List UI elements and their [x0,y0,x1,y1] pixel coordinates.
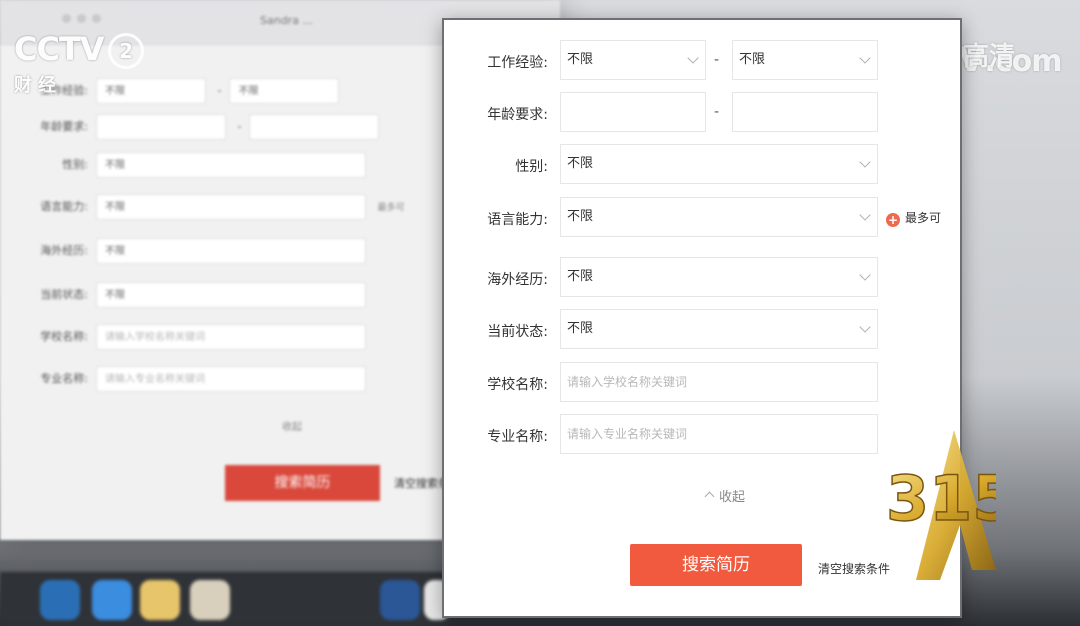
bg-row-age: 年龄要求: - [16,114,380,140]
dock-app-icon [92,580,132,620]
background-dock [0,572,450,626]
gender-label: 性别: [515,159,548,175]
bg-collapse: 收起 [282,422,302,433]
dock-app-icon [40,580,80,620]
cctv2-logo: CCTV 2 财经 [14,30,144,97]
bg-row-school: 学校名称: 请输入学校名称关键词 [16,324,366,350]
work-experience-row: 工作经验: 不限 - 不限 [444,40,964,80]
background-form: 工作经验: 不限 - 不限 年龄要求: - 性别: 不限 语言能力: 不限 最多可 海外… [16,78,426,418]
bg-row-overseas: 海外经历: 不限 [16,238,366,264]
major-input[interactable]: 请输入专业名称关键词 [560,414,878,454]
bg-row-language: 语言能力: 不限 最多可 [16,194,405,220]
dock-app-icon [140,580,180,620]
age-from-input[interactable] [560,92,706,132]
range-separator: - [714,104,720,120]
dock-app-icon [190,580,230,620]
language-label: 语言能力: [487,212,548,228]
overseas-row: 海外经历: 不限 [444,257,964,297]
work-experience-to-select[interactable]: 不限 [732,40,878,80]
language-row: 语言能力: 不限 + 最多可 [444,197,964,237]
major-label: 专业名称: [487,429,548,445]
school-label: 学校名称: [487,377,548,393]
status-select[interactable]: 不限 [560,309,878,349]
language-select[interactable]: 不限 [560,197,878,237]
gender-row: 性别: 不限 [444,144,964,184]
plus-icon: + [886,213,900,227]
bg-row-status: 当前状态: 不限 [16,282,366,308]
chevron-down-icon [859,52,871,64]
status-row: 当前状态: 不限 [444,309,964,349]
work-experience-from-select[interactable]: 不限 [560,40,706,80]
bg-row-gender: 性别: 不限 [16,152,366,178]
trophy-text: 315 [886,462,996,535]
status-label: 当前状态: [487,324,548,340]
window-controls [62,8,107,27]
add-language-button[interactable]: + 最多可 [886,209,941,227]
gender-select[interactable]: 不限 [560,144,878,184]
overseas-label: 海外经历: [487,272,548,288]
chevron-down-icon [859,156,871,168]
collapse-toggle[interactable]: 收起 [704,486,745,505]
age-label: 年龄要求: [487,107,548,123]
age-row: 年龄要求: - [444,92,964,132]
overseas-select[interactable]: 不限 [560,257,878,297]
chevron-down-icon [687,52,699,64]
chevron-up-icon [704,491,715,502]
age-to-input[interactable] [732,92,878,132]
search-resume-button[interactable]: 搜索简历 [630,544,802,586]
background-window-title: Sandra ... [260,14,313,27]
word-icon [380,580,420,620]
chevron-down-icon [859,209,871,221]
school-row: 学校名称: 请输入学校名称关键词 [444,362,964,402]
school-input[interactable]: 请输入学校名称关键词 [560,362,878,402]
work-experience-label: 工作经验: [487,55,548,71]
bg-search-button: 搜索简历 [225,465,380,501]
bg-row-major: 专业名称: 请输入专业名称关键词 [16,366,366,392]
chevron-down-icon [859,321,871,333]
range-separator: - [714,52,720,68]
315-trophy-logo: 315 [885,430,996,580]
chevron-down-icon [859,269,871,281]
